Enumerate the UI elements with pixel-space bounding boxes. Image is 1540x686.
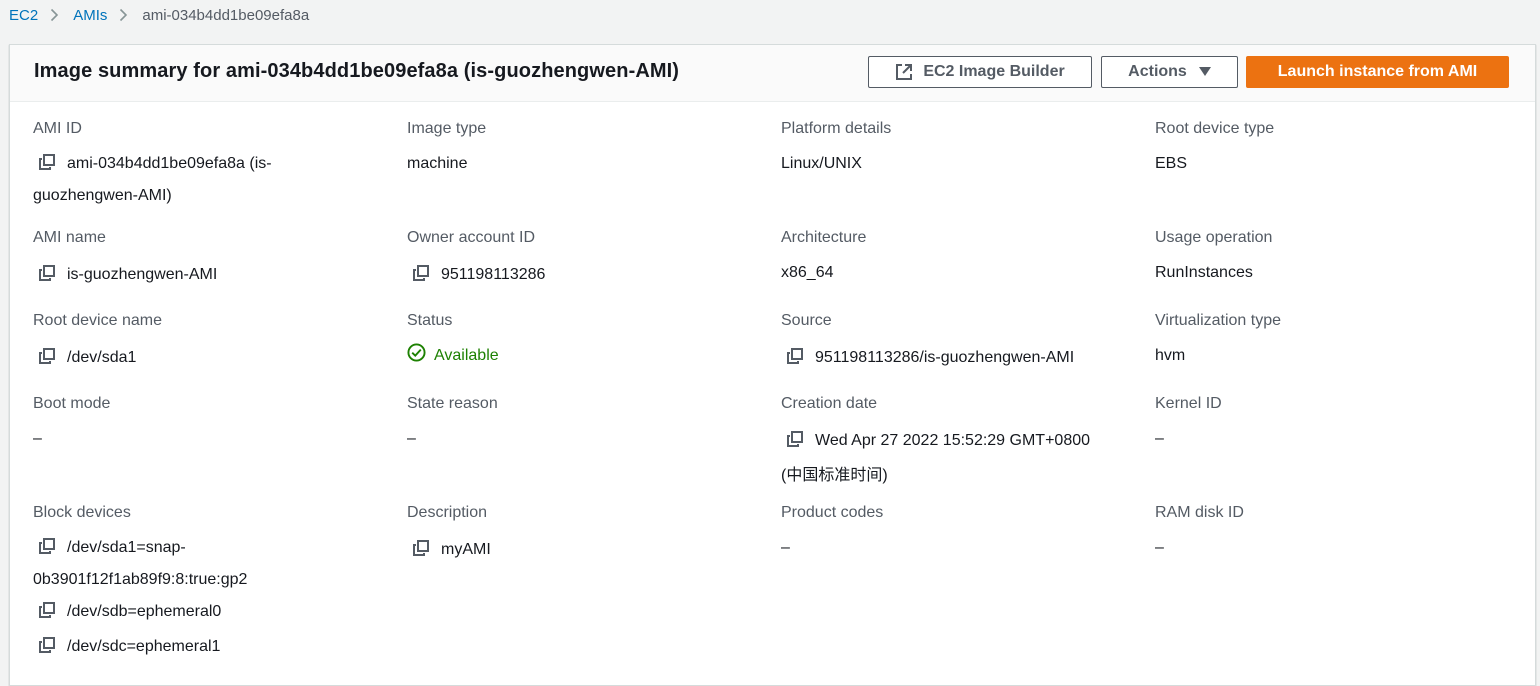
field-value: machine <box>407 155 468 172</box>
ec2-image-builder-label: EC2 Image Builder <box>923 63 1065 80</box>
field-label: State reason <box>407 395 498 412</box>
field-label: Virtualization type <box>1155 312 1281 329</box>
field-product-codes: Product codes – <box>781 503 883 563</box>
copy-icon[interactable] <box>39 151 55 181</box>
launch-instance-from-ami-button[interactable]: Launch instance from AMI <box>1246 56 1509 88</box>
field-label: RAM disk ID <box>1155 504 1244 521</box>
breadcrumb: EC2 AMIs ami-034b4dd1be09efa8a <box>9 5 309 25</box>
field-label: Architecture <box>781 229 867 246</box>
actions-dropdown-button[interactable]: Actions <box>1101 56 1238 88</box>
field-ami-name: AMI name is-guozhengwen-AMI <box>33 228 217 293</box>
field-creation-date: Creation date Wed Apr 27 2022 15:52:29 G… <box>781 394 1141 492</box>
status-badge: Available <box>407 343 499 369</box>
field-platform-details: Platform details Linux/UNIX <box>781 119 891 179</box>
field-boot-mode: Boot mode – <box>33 394 110 454</box>
field-label: AMI ID <box>33 120 82 137</box>
panel-header: Image summary for ami-034b4dd1be09efa8a … <box>10 45 1535 102</box>
field-value: x86_64 <box>781 264 834 281</box>
field-ram-disk-id: RAM disk ID – <box>1155 503 1244 563</box>
field-value: /dev/sda1 <box>33 341 162 376</box>
field-ami-id: AMI ID ami-034b4dd1be09efa8a (is- guozhe… <box>33 119 363 211</box>
field-value: – <box>1155 430 1164 447</box>
field-value: hvm <box>1155 347 1186 364</box>
actions-label: Actions <box>1128 63 1187 80</box>
field-value: Linux/UNIX <box>781 155 862 172</box>
list-item: /dev/sdb=ephemeral0 <box>33 595 363 630</box>
caret-down-icon <box>1198 67 1211 77</box>
breadcrumb-current: ami-034b4dd1be09efa8a <box>142 6 310 24</box>
field-label: Root device type <box>1155 120 1275 137</box>
field-label: Owner account ID <box>407 229 536 246</box>
field-label: Source <box>781 312 832 329</box>
field-label: Image type <box>407 120 487 137</box>
field-source: Source 951198113286/is-guozhengwen-AMI <box>781 311 1074 376</box>
field-description: Description myAMI <box>407 503 491 568</box>
field-value: – <box>781 539 790 556</box>
field-value: /dev/sda1=snap- 0b3901f12f1ab89f9:8:true… <box>33 533 363 665</box>
copy-icon[interactable] <box>39 597 55 630</box>
field-block-devices: Block devices /dev/sda1=snap- 0b3901f12f… <box>33 503 363 665</box>
chevron-right-icon <box>119 8 128 22</box>
field-label: Product codes <box>781 504 884 521</box>
ec2-image-builder-button[interactable]: EC2 Image Builder <box>868 56 1092 88</box>
field-label: Boot mode <box>33 395 111 412</box>
field-label: Kernel ID <box>1155 395 1222 412</box>
copy-icon[interactable] <box>413 260 429 293</box>
field-value: myAMI <box>407 533 491 568</box>
field-kernel-id: Kernel ID – <box>1155 394 1222 454</box>
field-label: Usage operation <box>1155 229 1273 246</box>
copy-icon[interactable] <box>39 535 55 565</box>
field-image-type: Image type machine <box>407 119 486 179</box>
copy-icon[interactable] <box>39 343 55 376</box>
external-link-icon <box>895 63 913 81</box>
field-value: 951198113286 <box>407 258 545 293</box>
image-summary-panel: Image summary for ami-034b4dd1be09efa8a … <box>9 44 1536 686</box>
field-root-device-type: Root device type EBS <box>1155 119 1274 179</box>
copy-icon[interactable] <box>39 260 55 293</box>
page-title: Image summary for ami-034b4dd1be09efa8a … <box>34 60 680 82</box>
copy-icon[interactable] <box>787 343 803 376</box>
field-value: EBS <box>1155 155 1188 172</box>
field-value: Wed Apr 27 2022 15:52:29 GMT+0800 (中国标准时… <box>781 424 1141 492</box>
copy-icon[interactable] <box>787 426 803 459</box>
list-item: /dev/sda1=snap- 0b3901f12f1ab89f9:8:true… <box>33 533 363 595</box>
field-label: Platform details <box>781 120 892 137</box>
field-value: – <box>33 430 42 447</box>
copy-icon[interactable] <box>413 535 429 568</box>
list-item: /dev/sdc=ephemeral1 <box>33 630 363 665</box>
field-label: Description <box>407 504 488 521</box>
field-label: Root device name <box>33 312 162 329</box>
field-label: Block devices <box>33 504 131 521</box>
field-value: RunInstances <box>1155 264 1253 281</box>
breadcrumb-link-amis[interactable]: AMIs <box>73 7 107 24</box>
field-value: ami-034b4dd1be09efa8a (is- guozhengwen-A… <box>33 149 363 211</box>
field-label: Status <box>407 312 453 329</box>
field-root-device-name: Root device name /dev/sda1 <box>33 311 162 376</box>
field-architecture: Architecture x86_64 <box>781 228 866 288</box>
copy-icon[interactable] <box>39 632 55 665</box>
breadcrumb-link-ec2[interactable]: EC2 <box>9 7 38 24</box>
field-value: – <box>1155 539 1164 556</box>
field-label: AMI name <box>33 229 106 246</box>
field-state-reason: State reason – <box>407 394 498 454</box>
field-label: Creation date <box>781 395 878 412</box>
field-virtualization-type: Virtualization type hvm <box>1155 311 1281 371</box>
field-value: is-guozhengwen-AMI <box>33 258 217 293</box>
field-value: – <box>407 430 416 447</box>
check-circle-icon <box>407 343 434 369</box>
field-status: Status Available <box>407 311 499 369</box>
field-value: 951198113286/is-guozhengwen-AMI <box>781 341 1074 376</box>
chevron-right-icon <box>50 8 59 22</box>
field-usage-operation: Usage operation RunInstances <box>1155 228 1272 288</box>
field-owner-account-id: Owner account ID 951198113286 <box>407 228 545 293</box>
